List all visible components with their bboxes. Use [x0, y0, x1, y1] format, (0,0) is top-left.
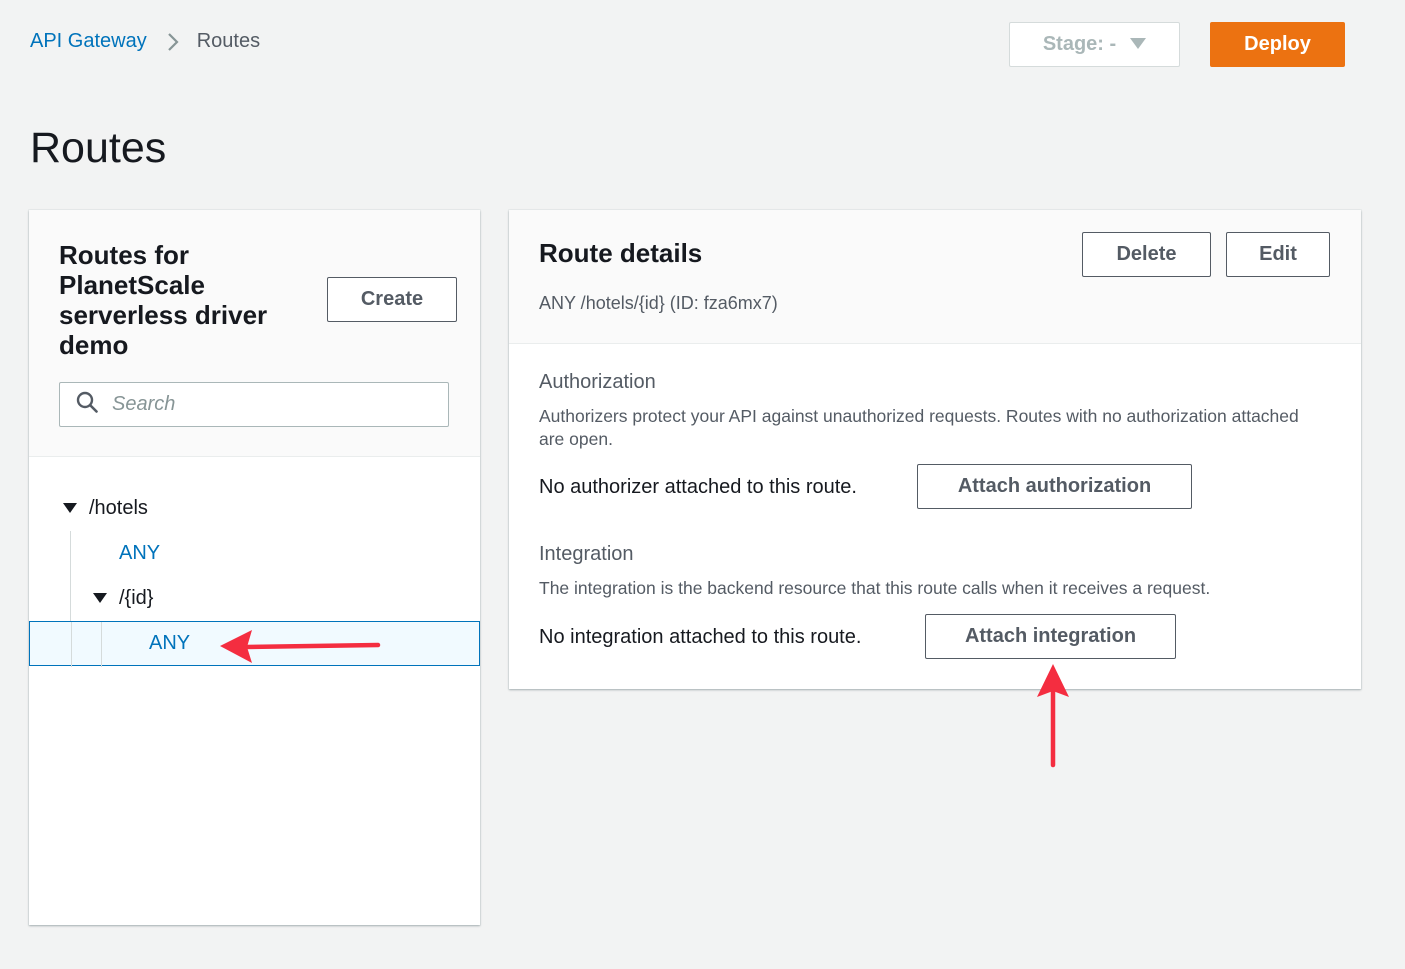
annotation-arrows [220, 630, 1069, 768]
annotation-arrow-up [1037, 664, 1069, 768]
annotation-arrow-left [220, 630, 381, 663]
